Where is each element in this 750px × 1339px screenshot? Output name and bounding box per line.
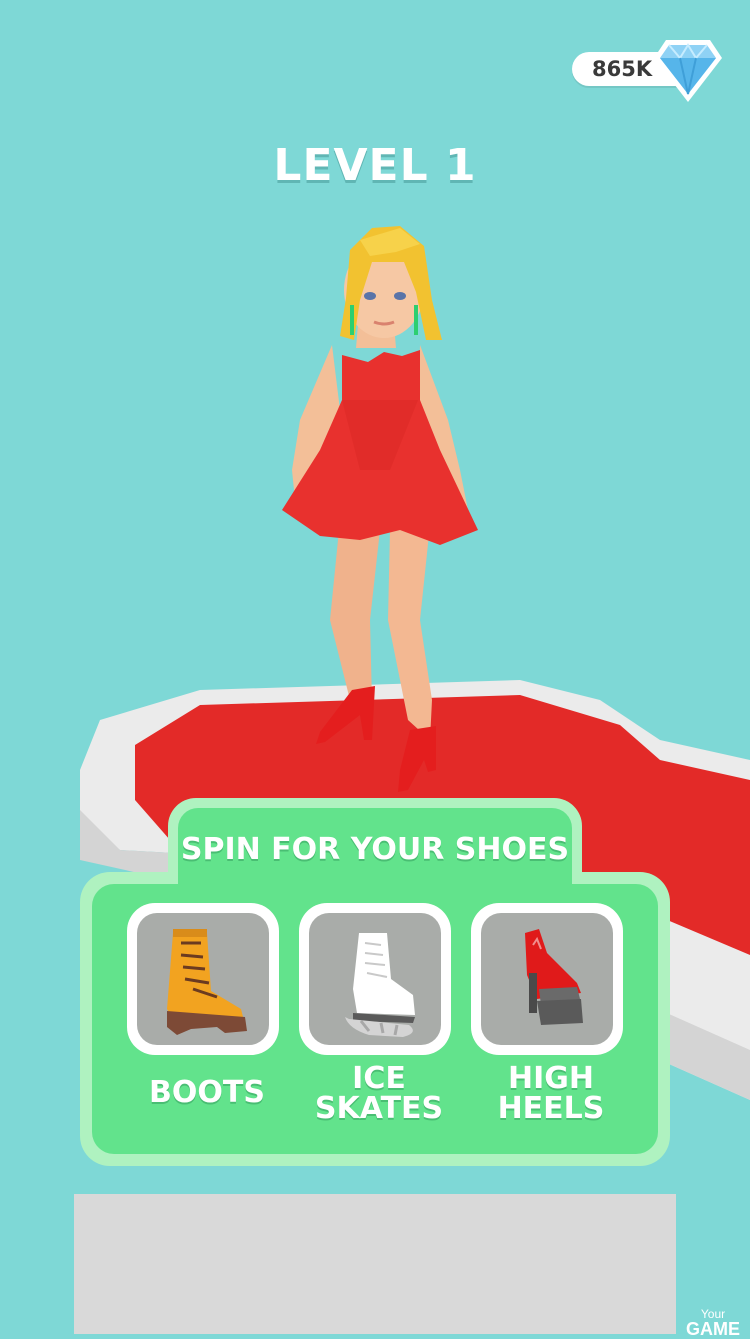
option-high-heels-tile	[481, 913, 613, 1045]
option-high-heels-button[interactable]	[471, 903, 623, 1055]
diamond-icon	[654, 40, 722, 102]
bottom-banner-area	[74, 1194, 676, 1334]
shoe-panel-title: SPIN FOR YOUR SHOES	[180, 832, 570, 867]
high-heel-icon	[525, 929, 583, 1025]
boot-icon	[167, 929, 247, 1035]
option-ice-skates-label-line2: SKATES	[314, 1091, 444, 1126]
ice-skate-icon	[345, 933, 415, 1037]
level-title: LEVEL 1	[273, 140, 477, 191]
option-boots-button[interactable]	[127, 903, 279, 1055]
panel-tab-joiner	[178, 870, 572, 900]
option-boots-label: BOOTS	[149, 1075, 265, 1110]
option-ice-skates-tile	[309, 913, 441, 1045]
option-ice-skates-label-line1: ICE	[352, 1061, 406, 1096]
option-ice-skates-button[interactable]	[299, 903, 451, 1055]
watermark-big-text: GAME	[686, 1319, 740, 1339]
option-high-heels-label-line1: HIGH	[507, 1061, 594, 1096]
option-boots-tile	[137, 913, 269, 1045]
gem-count: 865K	[592, 57, 653, 81]
option-high-heels-label-line2: HEELS	[497, 1091, 605, 1126]
